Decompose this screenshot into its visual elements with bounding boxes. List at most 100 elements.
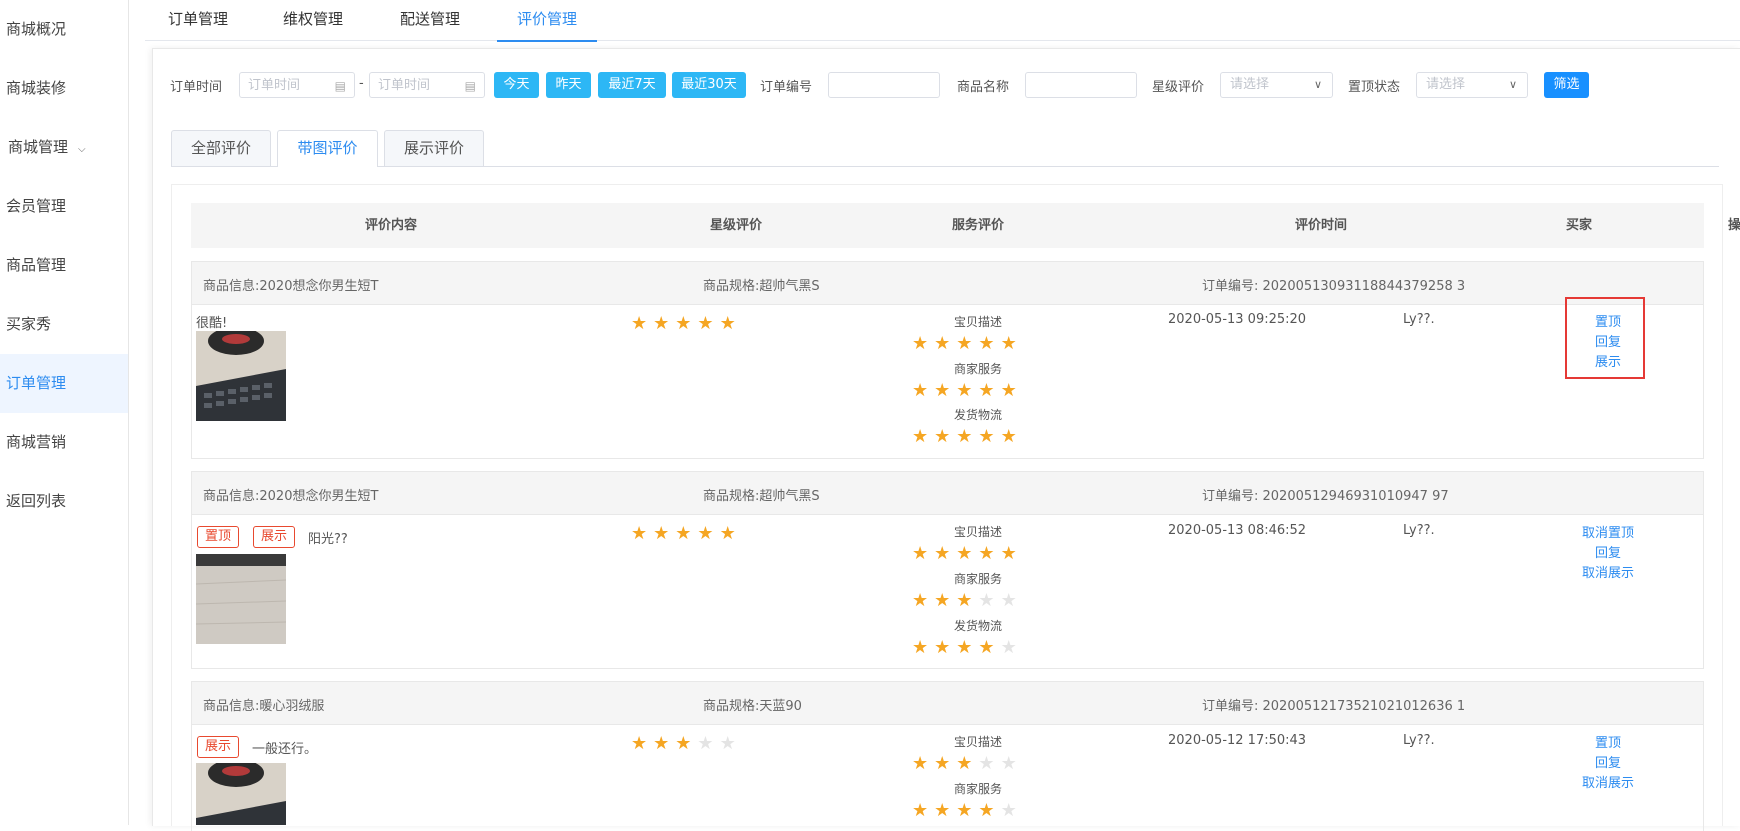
date-start-input[interactable]: 订单时间 ▤ [239, 72, 355, 98]
star-icon: ★ [1000, 333, 1023, 354]
review-text: 一般还行。 [252, 742, 318, 757]
yesterday-button[interactable]: 昨天 [546, 72, 591, 98]
star-icon: ★ [956, 637, 979, 658]
star-icon: ★ [912, 426, 935, 447]
unshow-link[interactable]: 取消展示 [1548, 562, 1668, 581]
star-icon: ★ [912, 333, 935, 354]
star-icon: ★ [934, 590, 957, 611]
group-header: 商品信息:2020想念你男生短T 商品规格:超帅气黑S 订单编号: 202005… [192, 262, 1703, 305]
unpin-link[interactable]: 取消置顶 [1548, 522, 1668, 541]
reply-link[interactable]: 回复 [1548, 752, 1668, 771]
star-rating-label: 星级评价 [1152, 80, 1205, 95]
sidebar-item-back-to-list[interactable]: 返回列表 [0, 472, 128, 531]
order-no-input[interactable] [828, 72, 940, 98]
service-stars-merchant: ★★★★★ [912, 590, 1023, 611]
star-icon: ★ [653, 733, 676, 754]
pin-link[interactable]: 置顶 [1548, 732, 1668, 751]
rating-stars: ★★★★★ [631, 733, 742, 754]
today-button[interactable]: 今天 [494, 72, 539, 98]
tab-image-reviews[interactable]: 带图评价 [277, 130, 378, 167]
review-image[interactable] [196, 763, 286, 825]
rating-stars: ★★★★★ [631, 313, 742, 334]
star-icon: ★ [719, 523, 742, 544]
sidebar-item-mall-decoration[interactable]: 商城装修 [0, 59, 128, 118]
product-info: 商品信息:暖心羽绒服 [203, 699, 325, 714]
product-spec: 商品规格:超帅气黑S [703, 279, 820, 294]
sidebar-item-mall-management[interactable]: 商城管理 ⌵ [0, 118, 128, 177]
tab-review-management[interactable]: 评价管理 [497, 0, 597, 42]
sidebar-item-order-management[interactable]: 订单管理 [0, 354, 128, 413]
review-text: 阳光?? [308, 532, 348, 547]
col-header-buyer: 买家 [1565, 218, 1592, 233]
review-time: 2020-05-12 17:50:43 [1168, 733, 1307, 748]
star-icon: ★ [912, 380, 935, 401]
star-rating-select[interactable]: 请选择 ∨ [1220, 72, 1333, 98]
star-icon: ★ [697, 313, 720, 334]
service-label-merchant: 商家服务 [953, 362, 1002, 376]
tab-order-management[interactable]: 订单管理 [163, 0, 233, 40]
star-icon: ★ [697, 523, 720, 544]
status-badge-shown: 展示 [253, 526, 296, 548]
sidebar-item-mall-overview[interactable]: 商城概况 [0, 0, 128, 59]
star-icon: ★ [1000, 753, 1023, 774]
review-image[interactable] [196, 331, 286, 421]
star-icon: ★ [631, 313, 654, 334]
service-label-logistics: 发货物流 [953, 408, 1002, 422]
star-icon: ★ [978, 380, 1001, 401]
rating-stars: ★★★★★ [631, 523, 742, 544]
sidebar-item-label: 商城装修 [6, 79, 67, 97]
order-number: 订单编号: 20200512173521021012636 1 [1202, 699, 1466, 714]
star-icon: ★ [978, 637, 1001, 658]
col-header-content: 评价内容 [364, 218, 417, 233]
last-30-days-button[interactable]: 最近30天 [672, 72, 746, 98]
review-time: 2020-05-13 09:25:20 [1168, 312, 1307, 327]
unshow-link[interactable]: 取消展示 [1548, 772, 1668, 791]
last-7-days-button[interactable]: 最近7天 [598, 72, 666, 98]
sidebar-item-product-management[interactable]: 商品管理 [0, 236, 128, 295]
sidebar-item-member-management[interactable]: 会员管理 [0, 177, 128, 236]
review-image[interactable] [196, 554, 286, 644]
tab-delivery-management[interactable]: 配送管理 [395, 0, 465, 40]
pin-status-label: 置顶状态 [1348, 80, 1401, 95]
date-end-input[interactable]: 订单时间 ▤ [369, 72, 485, 98]
service-stars-description: ★★★★★ [912, 753, 1023, 774]
pin-status-placeholder: 请选择 [1426, 77, 1466, 92]
date-separator: - [359, 76, 364, 91]
tab-rights-management[interactable]: 维权管理 [278, 0, 348, 40]
star-icon: ★ [1000, 800, 1023, 821]
tab-shown-reviews[interactable]: 展示评价 [384, 130, 484, 166]
col-header-rating: 星级评价 [709, 218, 762, 233]
sidebar-item-label: 订单管理 [6, 374, 67, 392]
service-label-description: 宝贝描述 [953, 315, 1002, 329]
review-text: 很酷! [196, 316, 228, 331]
star-icon: ★ [956, 800, 979, 821]
filter-button[interactable]: 筛选 [1544, 72, 1589, 98]
service-stars-merchant: ★★★★★ [912, 800, 1023, 821]
star-icon: ★ [934, 380, 957, 401]
star-icon: ★ [675, 523, 698, 544]
sidebar-item-mall-marketing[interactable]: 商城营销 [0, 413, 128, 472]
star-icon: ★ [978, 753, 1001, 774]
star-icon: ★ [631, 523, 654, 544]
star-icon: ★ [1000, 543, 1023, 564]
sidebar-item-label: 商城管理 [8, 138, 69, 156]
star-icon: ★ [912, 800, 935, 821]
star-icon: ★ [653, 523, 676, 544]
star-icon: ★ [978, 426, 1001, 447]
product-name-input[interactable] [1025, 72, 1137, 98]
pin-status-select[interactable]: 请选择 ∨ [1416, 72, 1528, 98]
chevron-down-icon: ⌵ [78, 144, 86, 155]
star-icon: ★ [631, 733, 654, 754]
star-icon: ★ [956, 426, 979, 447]
sidebar: 商城概况 商城装修 商城管理 ⌵ 会员管理 商品管理 买家秀 订单管理 商城营销 … [0, 0, 129, 825]
service-label-description: 宝贝描述 [953, 735, 1002, 749]
star-icon: ★ [978, 590, 1001, 611]
star-icon: ★ [653, 313, 676, 334]
star-icon: ★ [978, 800, 1001, 821]
chevron-down-icon: ∨ [1313, 78, 1322, 91]
tab-all-reviews[interactable]: 全部评价 [171, 130, 271, 166]
sidebar-item-buyer-show[interactable]: 买家秀 [0, 295, 128, 354]
reply-link[interactable]: 回复 [1548, 542, 1668, 561]
product-spec: 商品规格:超帅气黑S [703, 489, 820, 504]
sidebar-item-label: 会员管理 [6, 197, 67, 215]
